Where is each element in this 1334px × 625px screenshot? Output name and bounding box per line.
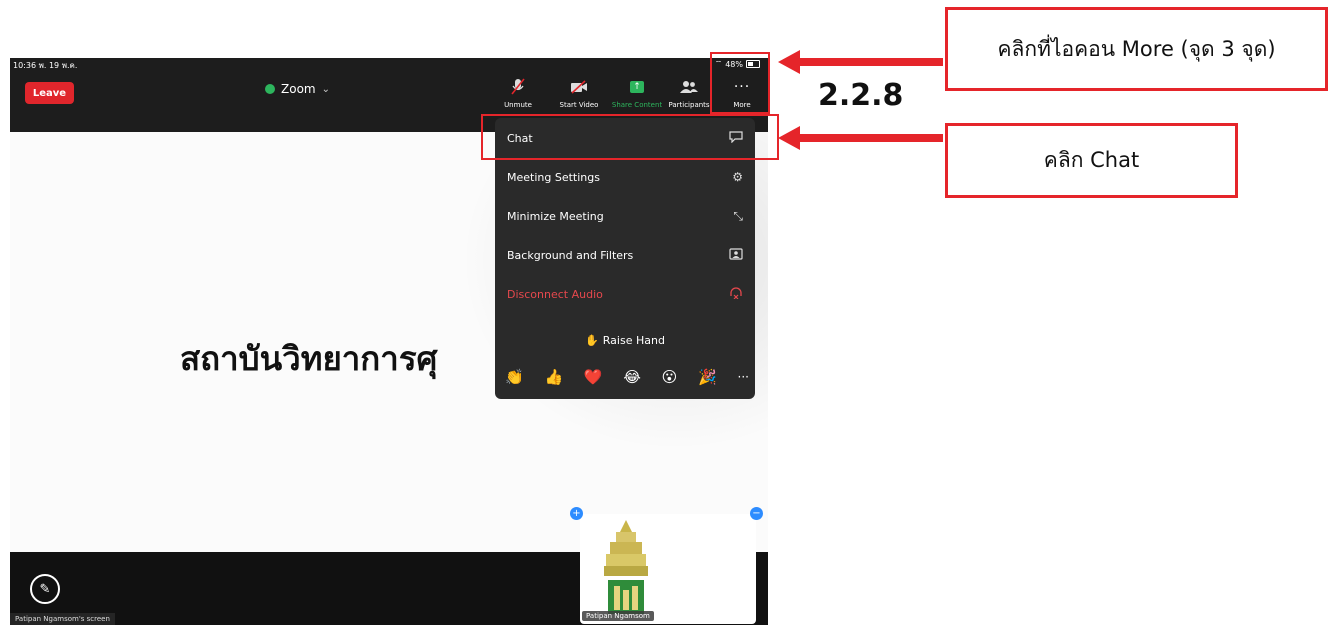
meeting-title[interactable]: Zoom ⌄ <box>265 82 330 96</box>
reaction-laugh[interactable]: 😂 <box>623 368 641 386</box>
step-number: 2.2.8 <box>818 78 904 113</box>
reactions-row: 👏 👍 ❤️ 😂 😮 🎉 ··· <box>505 368 749 386</box>
pencil-icon: ✎ <box>39 581 51 597</box>
menu-item-minimize-meeting[interactable]: Minimize Meeting ⤡ <box>495 197 755 235</box>
mic-off-icon <box>511 77 525 97</box>
more-menu: Chat Meeting Settings ⚙ Minimize Meeting… <box>495 118 755 399</box>
annotate-pencil-button[interactable]: ✎ <box>30 574 60 604</box>
minus-icon: − <box>752 508 761 519</box>
status-bar: 10:36 พ. 19 พ.ค. ⌔ 48% <box>10 58 768 70</box>
gear-icon: ⚙ <box>732 170 743 184</box>
meeting-toolbar: Leave Zoom ⌄ Unmute Start Video ↑ Share … <box>10 70 768 120</box>
callout-chat: คลิก Chat <box>945 123 1238 198</box>
reaction-party[interactable]: 🎉 <box>698 368 717 386</box>
arrow-to-chat-shaft <box>798 134 943 142</box>
slide-title: สถาบันวิทยาการศุ <box>180 339 438 378</box>
arrow-to-more-head <box>778 50 800 74</box>
start-video-button[interactable]: Start Video <box>559 77 599 115</box>
more-highlight-box <box>710 52 770 114</box>
reaction-clap[interactable]: 👏 <box>505 368 524 386</box>
plus-icon: + <box>572 508 581 519</box>
raise-hand-button[interactable]: ✋ Raise Hand <box>495 328 755 352</box>
chevron-down-icon: ⌄ <box>321 83 330 95</box>
institute-logo <box>604 520 648 614</box>
reaction-thumbs-up[interactable]: 👍 <box>544 368 563 386</box>
unmute-button[interactable]: Unmute <box>498 77 538 115</box>
headphones-off-icon <box>729 286 743 302</box>
leave-button[interactable]: Leave <box>25 82 74 104</box>
more-reactions-icon[interactable]: ··· <box>738 370 749 384</box>
minimize-icon: ⤡ <box>733 208 743 223</box>
arrow-to-chat-head <box>778 126 800 150</box>
reaction-surprised[interactable]: 😮 <box>662 368 678 386</box>
thumbnail-expand-button[interactable]: + <box>570 507 583 520</box>
screen-owner-label: Patipan Ngamsom's screen <box>10 613 115 625</box>
video-off-icon <box>570 77 588 97</box>
share-content-button[interactable]: ↑ Share Content <box>612 77 662 115</box>
callout-more: คลิกที่ไอคอน More (จุด 3 จุด) <box>945 7 1328 91</box>
reaction-heart[interactable]: ❤️ <box>584 368 603 386</box>
raised-hand-icon: ✋ <box>585 333 599 347</box>
participants-icon <box>680 77 698 97</box>
menu-item-disconnect-audio[interactable]: Disconnect Audio <box>495 275 755 313</box>
chat-highlight-box <box>481 114 779 160</box>
menu-item-meeting-settings[interactable]: Meeting Settings ⚙ <box>495 158 755 196</box>
share-icon: ↑ <box>630 77 644 97</box>
thumbnail-name-label: Patipan Ngamsom <box>582 611 654 621</box>
thumbnail-minimize-button[interactable]: − <box>750 507 763 520</box>
video-thumbnail[interactable]: Patipan Ngamsom <box>580 514 756 624</box>
arrow-to-more-shaft <box>798 58 943 66</box>
background-icon <box>729 247 743 263</box>
shield-icon <box>265 84 275 94</box>
participants-button[interactable]: Participants <box>668 77 710 115</box>
menu-item-background-filters[interactable]: Background and Filters <box>495 236 755 274</box>
